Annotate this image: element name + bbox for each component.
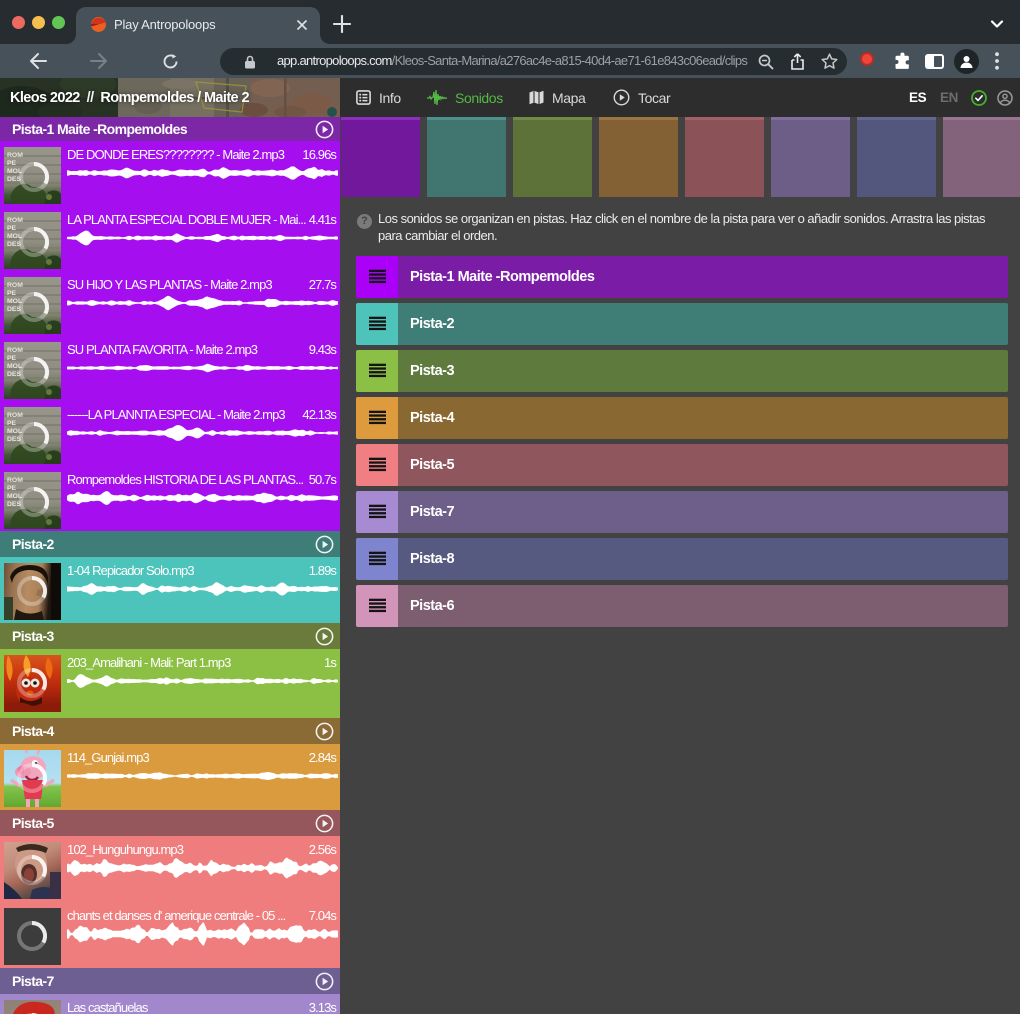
svg-text:PE: PE (7, 485, 17, 492)
svg-text:PE: PE (7, 420, 17, 427)
svg-text:ROM: ROM (7, 347, 23, 354)
svg-text:ROM: ROM (7, 152, 23, 159)
svg-text:ROM: ROM (7, 412, 23, 419)
svg-text:PE: PE (7, 160, 17, 167)
svg-text:ROM: ROM (7, 217, 23, 224)
svg-text:PE: PE (7, 225, 17, 232)
svg-text:PE: PE (7, 355, 17, 362)
svg-text:ROM: ROM (7, 477, 23, 484)
svg-text:PE: PE (7, 290, 17, 297)
svg-text:ROM: ROM (7, 282, 23, 289)
